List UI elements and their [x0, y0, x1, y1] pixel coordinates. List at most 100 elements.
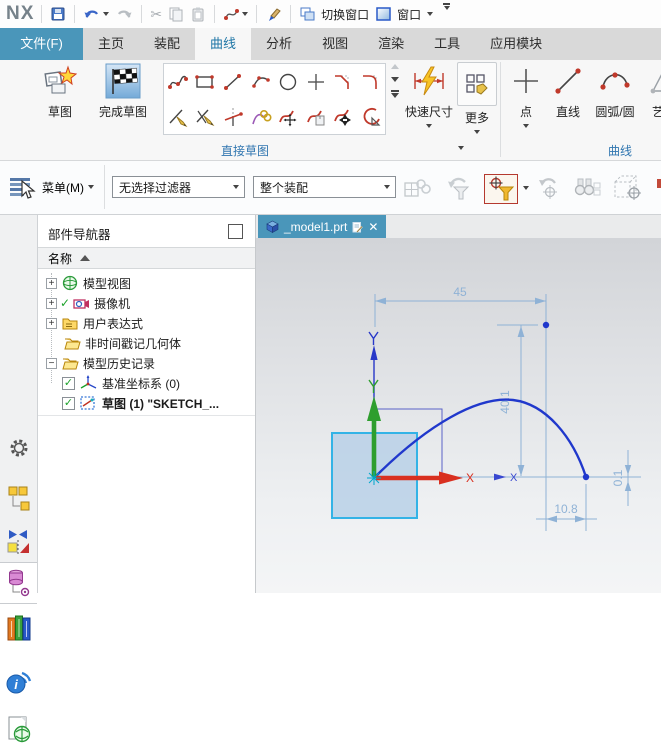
finish-sketch-button[interactable]: 完成草图	[90, 62, 156, 120]
dimension-texts[interactable]: 45 40.1 10.8 0.1	[453, 285, 625, 516]
more-button[interactable]: 更多	[456, 62, 498, 134]
studio-spline-icon[interactable]	[167, 71, 189, 93]
interpart-link-button[interactable]	[402, 174, 432, 202]
checkbox-checked-icon[interactable]: ✓	[62, 396, 75, 410]
spline-tool-button[interactable]	[220, 3, 251, 25]
line-icon[interactable]	[222, 71, 244, 93]
window-caret[interactable]	[427, 12, 434, 16]
selection-scope-combo[interactable]: 整个装配	[253, 176, 396, 198]
undo-caret[interactable]	[103, 12, 110, 16]
dim-height-text[interactable]: 40.1	[498, 390, 512, 414]
paste-button[interactable]	[187, 3, 209, 25]
tree-row-sketch[interactable]: ✓ 草图 (1) "SKETCH_...	[38, 393, 255, 413]
tab-home[interactable]: 主页	[83, 28, 139, 60]
arc-icon[interactable]	[250, 71, 272, 93]
tree-row-model-history[interactable]: − 模型历史记录	[38, 353, 255, 373]
quick-trim-icon[interactable]	[222, 106, 244, 128]
tab-application[interactable]: 应用模块	[475, 28, 557, 60]
pattern-curve-icon[interactable]	[332, 106, 354, 128]
dim-width-text[interactable]: 45	[453, 285, 467, 299]
quick-dimension-button[interactable]: 快速尺寸	[402, 62, 456, 128]
rectangle-icon[interactable]	[194, 71, 216, 93]
redo-button[interactable]	[112, 3, 136, 25]
point-icon[interactable]	[305, 71, 327, 93]
copy-button[interactable]	[165, 3, 187, 25]
hd3d-tools-icon[interactable]: i	[5, 665, 33, 695]
tree-row-cameras[interactable]: + ✓ 摄像机	[38, 293, 255, 313]
chamfer-icon[interactable]	[332, 71, 354, 93]
gallery-scroll-down-icon[interactable]	[390, 77, 399, 82]
snap-point-filter-button[interactable]	[484, 174, 518, 204]
point-button[interactable]: 点	[506, 62, 546, 128]
quick-access-customize-button[interactable]	[440, 3, 453, 25]
assembly-navigator-icon[interactable]	[5, 483, 33, 513]
spline-caret[interactable]	[242, 12, 249, 16]
tree-row-model-views[interactable]: + 模型视图	[38, 273, 255, 293]
undo-button[interactable]	[80, 3, 112, 25]
tree-row-user-expressions[interactable]: + 用户表达式	[38, 313, 255, 333]
selection-scope-caret[interactable]	[384, 185, 390, 189]
polygon-icon[interactable]	[360, 106, 382, 128]
move-curve-icon[interactable]	[277, 106, 299, 128]
menu-button[interactable]: 菜单(M)	[8, 173, 94, 201]
point-caret[interactable]	[523, 124, 529, 128]
circle-icon[interactable]	[277, 71, 299, 93]
group-launcher-caret[interactable]	[458, 146, 464, 150]
line-button[interactable]: 直线	[548, 62, 588, 120]
tab-render[interactable]: 渲染	[363, 28, 419, 60]
sketch-point-end[interactable]	[582, 473, 590, 481]
tree-row-non-timestamp-geometry[interactable]: 非时间戳记几何体	[38, 333, 255, 353]
tab-curve[interactable]: 曲线	[195, 28, 252, 60]
tab-analysis[interactable]: 分析	[251, 28, 307, 60]
trim-curve-icon[interactable]	[167, 106, 189, 128]
format-painter-button[interactable]	[262, 3, 285, 25]
roller-gear-icon[interactable]	[5, 433, 33, 463]
quick-dimension-caret[interactable]	[426, 124, 432, 128]
tab-file[interactable]: 文件(F)	[0, 28, 83, 60]
find-component-button[interactable]	[572, 174, 602, 202]
tab-tools[interactable]: 工具	[419, 28, 475, 60]
sketch-button[interactable]: 草图	[34, 62, 86, 120]
extend-curve-icon[interactable]	[194, 106, 216, 128]
collapse-icon[interactable]: −	[46, 357, 57, 369]
reuse-library-icon[interactable]	[5, 613, 33, 643]
dim-gap-text[interactable]: 0.1	[611, 469, 625, 486]
web-browser-icon[interactable]	[5, 715, 33, 745]
expand-icon[interactable]: +	[46, 277, 57, 289]
window-button[interactable]: 窗口	[372, 3, 436, 25]
more-caret[interactable]	[474, 130, 480, 134]
reset-filter-button[interactable]	[444, 174, 474, 202]
sketch-drawing[interactable]: 45 40.1 10.8 0.1 X X	[256, 238, 661, 593]
arc-circle-button[interactable]: 圆弧/圆	[590, 62, 640, 120]
gallery-scroll-up-icon[interactable]	[390, 64, 399, 69]
dim-offset-text[interactable]: 10.8	[554, 502, 578, 516]
selection-filter-combo[interactable]: 无选择过滤器	[112, 176, 245, 198]
tree-row-datum-csys[interactable]: ✓ 基准坐标系 (0)	[38, 373, 255, 393]
undo-selection-button[interactable]	[534, 174, 564, 202]
checkbox-checked-icon[interactable]: ✓	[62, 376, 75, 390]
constraint-navigator-icon[interactable]	[5, 527, 33, 557]
cut-button[interactable]: ✂	[147, 3, 165, 25]
tab-assemblies[interactable]: 装配	[139, 28, 195, 60]
switch-window-button[interactable]: 切换窗口	[296, 3, 372, 25]
sketch-canvas[interactable]: 45 40.1 10.8 0.1 X X	[256, 238, 661, 593]
save-button[interactable]	[47, 3, 69, 25]
expand-icon[interactable]: +	[46, 317, 57, 329]
art-spline-button[interactable]: 艺术	[642, 62, 661, 120]
gallery-expand-icon[interactable]	[390, 90, 399, 98]
expand-icon[interactable]: +	[46, 297, 57, 309]
tab-view[interactable]: 视图	[307, 28, 363, 60]
origin-marker[interactable]	[367, 471, 381, 485]
navigator-column-header[interactable]: 名称	[38, 247, 255, 269]
float-panel-icon[interactable]	[228, 224, 243, 239]
offset-curve-icon[interactable]	[305, 106, 327, 128]
sketch-point-top[interactable]	[542, 321, 550, 329]
fillet-icon[interactable]	[360, 71, 382, 93]
modified-document-icon[interactable]	[352, 221, 364, 233]
document-tab[interactable]: _model1.prt ✕	[258, 215, 387, 238]
selection-filter-caret[interactable]	[233, 185, 239, 189]
show-in-window-button[interactable]	[610, 174, 646, 202]
project-curve-icon[interactable]	[250, 106, 272, 128]
snap-point-caret[interactable]	[523, 186, 529, 190]
close-tab-icon[interactable]: ✕	[368, 220, 378, 234]
